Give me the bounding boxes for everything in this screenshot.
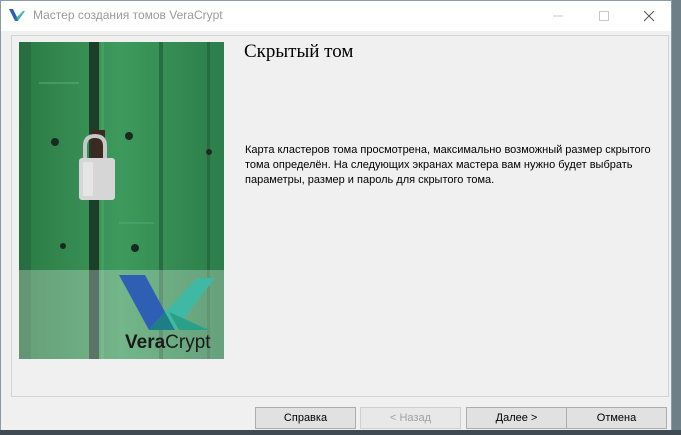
- veracrypt-brand-logo: VeraCrypt: [125, 332, 211, 353]
- wizard-window: Мастер создания томов VeraCrypt VeraCryp…: [0, 0, 672, 435]
- taskbar-strip: [0, 430, 681, 435]
- maximize-button[interactable]: [582, 1, 628, 31]
- page-description: Карта кластеров тома просмотрена, максим…: [245, 144, 651, 186]
- window-title: Мастер создания томов VeraCrypt: [33, 8, 223, 22]
- veracrypt-logo-icon: [9, 9, 25, 21]
- maximize-icon: [599, 11, 609, 21]
- title-bar[interactable]: Мастер создания томов VeraCrypt: [1, 1, 671, 31]
- close-button[interactable]: [627, 1, 673, 31]
- next-button[interactable]: Далее >: [466, 407, 567, 429]
- close-icon: [644, 11, 655, 22]
- minimize-icon: [553, 15, 563, 17]
- cancel-button[interactable]: Отмена: [566, 407, 667, 429]
- back-button[interactable]: < Назад: [360, 407, 461, 429]
- minimize-button[interactable]: [536, 1, 582, 31]
- help-button[interactable]: Справка: [255, 407, 356, 429]
- wizard-banner-image: VeraCrypt: [19, 42, 224, 359]
- page-title: Скрытый том: [244, 41, 354, 62]
